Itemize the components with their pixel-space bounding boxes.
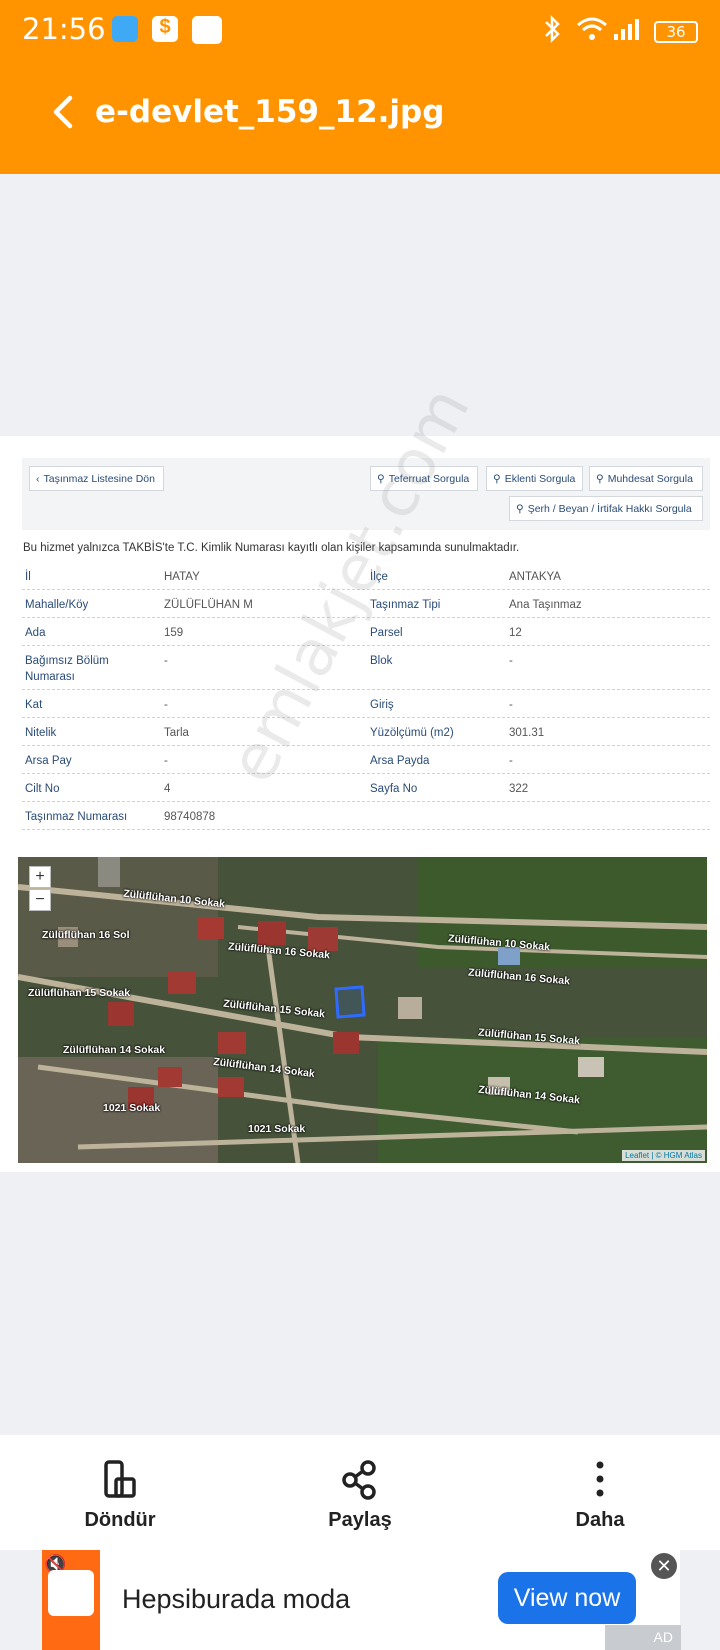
status-bar: 21:56 $ 36	[0, 0, 720, 62]
parcel-map[interactable]: Zülüflühan 10 Sokak Zülüflühan 16 Sol Zü…	[18, 857, 707, 1163]
map-zoom-in-button[interactable]: +	[29, 866, 51, 888]
signal-icon	[614, 19, 639, 40]
battery-level: 36	[666, 23, 686, 41]
dollar-app-icon: $	[152, 16, 178, 42]
more-vertical-icon	[596, 1461, 604, 1497]
back-arrow-icon[interactable]	[44, 92, 84, 132]
search-icon: ⚲	[596, 472, 604, 485]
close-ad-button[interactable]: ✕	[651, 1553, 677, 1579]
more-label: Daha	[575, 1509, 625, 1531]
field-value: 322	[509, 783, 529, 795]
search-icon: ⚲	[516, 502, 524, 515]
detail-row: Nitelik Tarla Yüzölçümü (m2) 301.31	[22, 718, 710, 746]
map-attribution[interactable]: Leaflet | © HGM Atlas	[622, 1150, 705, 1161]
file-title: e-devlet_159_12.jpg	[95, 94, 445, 130]
street-label: 1021 Sokak	[248, 1123, 306, 1135]
field-label: Bağımsız Bölüm Numarası	[25, 655, 109, 683]
detail-row: Arsa Pay - Arsa Payda -	[22, 746, 710, 774]
share-label: Paylaş	[328, 1509, 392, 1531]
detail-row: Bağımsız Bölüm Numarası - Blok -	[22, 646, 710, 690]
field-label: Blok	[370, 655, 393, 667]
battery-icon: 36	[654, 21, 698, 43]
street-label: 1021 Sokak	[103, 1102, 161, 1114]
field-value: ANTAKYA	[509, 571, 561, 583]
muhdesat-query-button[interactable]: ⚲ Muhdesat Sorgula	[589, 466, 703, 491]
field-value: 4	[164, 783, 171, 795]
view-now-button[interactable]: View now	[498, 1572, 636, 1624]
more-button[interactable]: Daha	[530, 1459, 670, 1532]
field-label: Yüzölçümü (m2)	[370, 727, 454, 739]
bluetooth-icon	[545, 14, 560, 44]
mail-icon	[192, 16, 222, 44]
service-notice: Bu hizmet yalnızca TAKBİS'te T.C. Kimlik…	[23, 542, 520, 554]
street-label: Zülüflühan 14 Sokak	[63, 1044, 166, 1056]
field-label: Parsel	[370, 627, 403, 639]
street-label: Zülüflühan 15 Sokak	[28, 987, 131, 999]
ad-product-image	[48, 1570, 94, 1616]
satellite-imagery	[18, 857, 707, 1163]
field-label: Sayfa No	[370, 783, 418, 795]
share-icon	[342, 1460, 376, 1500]
word-bit-icon	[112, 16, 138, 42]
detail-row: Kat - Giriş -	[22, 690, 710, 718]
detail-row: Taşınmaz Numarası 98740878	[22, 802, 710, 830]
rotate-label: Döndür	[84, 1509, 156, 1531]
field-value: -	[509, 755, 513, 767]
rotate-device-icon	[104, 1460, 136, 1498]
eklenti-query-button[interactable]: ⚲ Eklenti Sorgula	[486, 466, 583, 491]
field-value: Ana Taşınmaz	[509, 599, 582, 611]
field-value: 98740878	[164, 811, 216, 823]
chevron-left-icon: ‹	[36, 472, 40, 485]
street-label: Zülüflühan 16 Sol	[42, 929, 130, 941]
rotate-button[interactable]: Döndür	[50, 1459, 190, 1532]
ad-headline: Hepsiburada moda	[122, 1584, 351, 1614]
ad-label: AD	[605, 1625, 681, 1650]
field-label: Giriş	[370, 699, 394, 711]
field-value: 301.31	[509, 727, 545, 739]
app-bar: e-devlet_159_12.jpg	[0, 62, 720, 174]
share-button[interactable]: Paylaş	[290, 1459, 430, 1532]
back-to-list-button[interactable]: ‹ Taşınmaz Listesine Dön	[29, 466, 164, 491]
map-zoom-out-button[interactable]: −	[29, 889, 51, 911]
field-value: 12	[509, 627, 522, 639]
detail-row: Cilt No 4 Sayfa No 322	[22, 774, 710, 802]
field-label: Taşınmaz Tipi	[370, 599, 441, 611]
serh-beyan-query-button[interactable]: ⚲ Şerh / Beyan / İrtifak Hakkı Sorgula	[509, 496, 703, 521]
ad-brand-image: 🔇	[42, 1550, 100, 1650]
wifi-icon	[577, 17, 607, 40]
bottom-action-bar: Döndür Paylaş Daha	[0, 1435, 720, 1550]
field-label: Arsa Payda	[370, 755, 430, 767]
clock: 21:56	[22, 12, 106, 46]
ad-content[interactable]: 🔇 Hepsiburada moda View now	[42, 1550, 680, 1650]
field-value: -	[509, 655, 513, 667]
search-icon: ⚲	[493, 472, 501, 485]
field-value: -	[509, 699, 513, 711]
